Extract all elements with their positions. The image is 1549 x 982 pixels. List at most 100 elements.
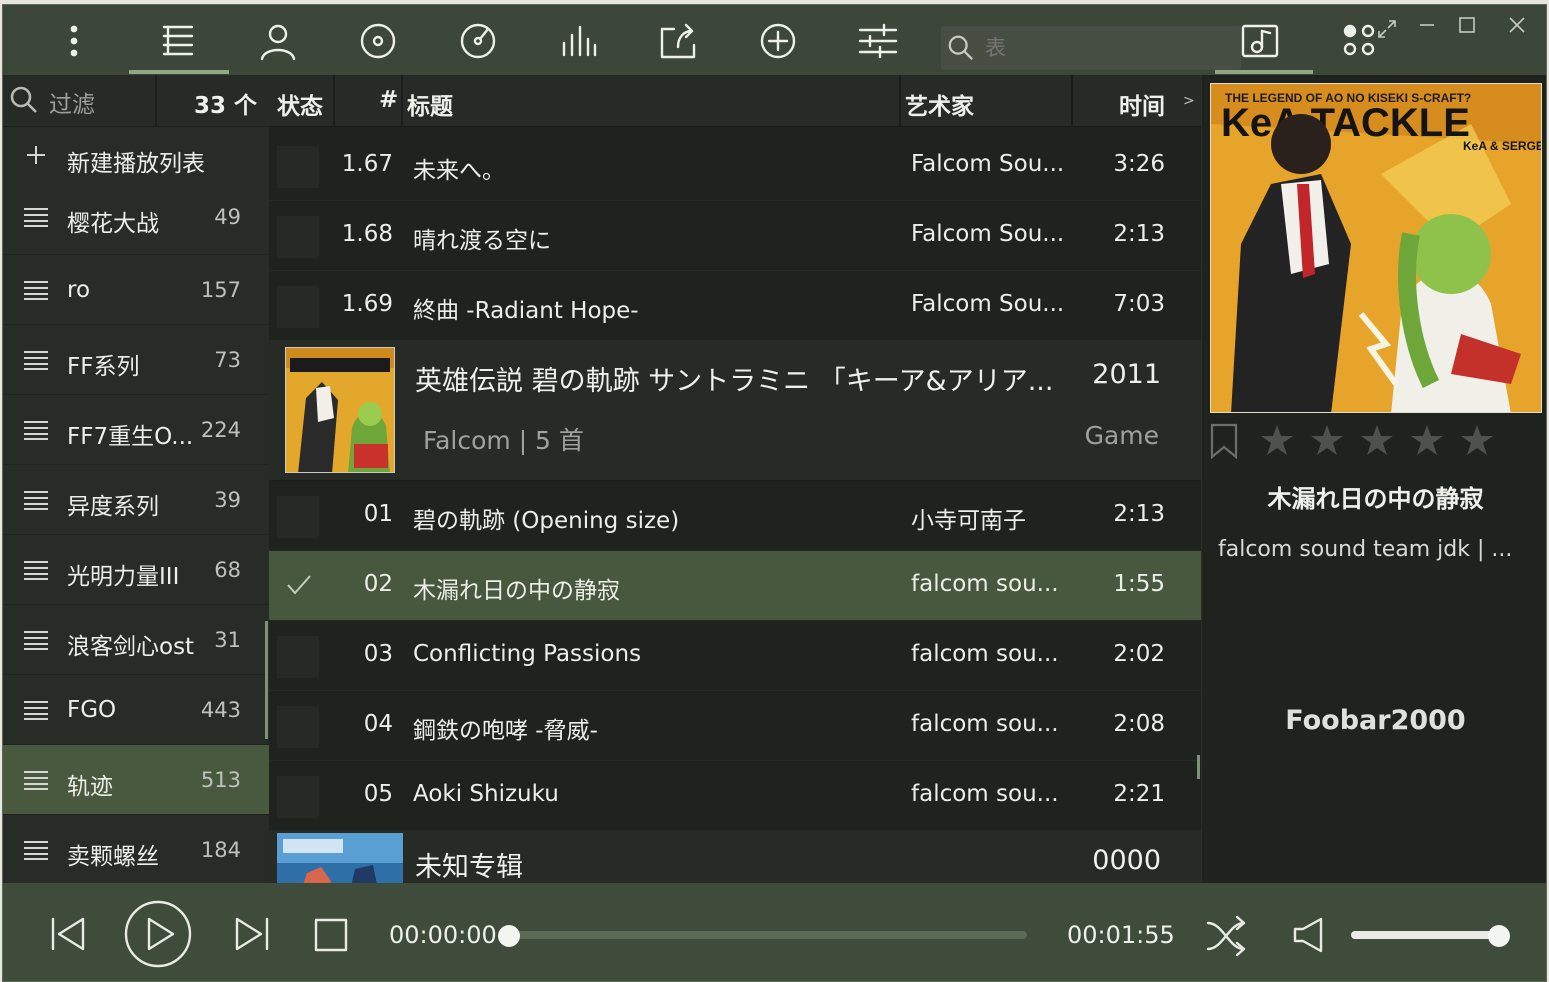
- track-artist: Falcom Sou...: [911, 221, 1065, 247]
- sidebar-item-count: 31: [214, 628, 241, 652]
- bookmark-icon[interactable]: [1210, 423, 1238, 460]
- track-time: 7:03: [1113, 291, 1165, 317]
- playlist-view-icon[interactable]: [151, 19, 205, 63]
- track-list-scrollbar[interactable]: [1197, 755, 1200, 779]
- rating-star-icon[interactable]: [1460, 423, 1494, 457]
- album-group-header[interactable]: 英雄伝説 碧の軌跡 サントラミニ 「キーア&アリア... 2011 Falcom…: [269, 341, 1201, 481]
- settings-sliders-icon[interactable]: [851, 19, 905, 63]
- sidebar-item-count: 49: [214, 205, 241, 229]
- rating-star-icon[interactable]: [1410, 423, 1444, 457]
- playlist-tab-indicator: [129, 70, 229, 74]
- plus-icon: [23, 145, 49, 165]
- rating-star-icon[interactable]: [1260, 423, 1294, 457]
- sidebar-item-sakura-taisen[interactable]: 樱花大战 49: [3, 185, 269, 255]
- column-divider[interactable]: [333, 75, 335, 127]
- column-time[interactable]: 时间: [1119, 87, 1165, 121]
- sidebar-item-ro[interactable]: ro 157: [3, 255, 269, 325]
- column-more-arrow[interactable]: >: [1183, 93, 1195, 109]
- track-row[interactable]: 03 Conflicting Passions falcom sou... 2:…: [269, 621, 1201, 691]
- album-cover-thumbnail[interactable]: [285, 347, 395, 473]
- column-status[interactable]: 状态: [277, 87, 323, 121]
- playlist-icon: [23, 560, 49, 580]
- add-icon[interactable]: [751, 19, 805, 63]
- album-cover-large[interactable]: THE LEGEND OF AO NO KISEKI S-CRAFT? KeA …: [1210, 83, 1542, 413]
- column-divider[interactable]: [401, 75, 403, 127]
- previous-icon[interactable]: [47, 913, 89, 955]
- album-group-header[interactable]: 未知专辑 0000: [269, 831, 1201, 883]
- sidebar-item-shining-force[interactable]: 光明力量III 68: [3, 535, 269, 605]
- track-row[interactable]: 1.69 終曲 -Radiant Hope- Falcom Sou... 7:0…: [269, 271, 1201, 341]
- album-subtitle: Falcom | 5 首: [423, 426, 584, 455]
- lyrics-tab-indicator: [1215, 70, 1313, 74]
- sidebar-item-xeno[interactable]: 异度系列 39: [3, 465, 269, 535]
- album-year: 2011: [1092, 359, 1161, 390]
- track-title: 木漏れ日の中の静寂: [413, 578, 620, 604]
- playlist-filter[interactable]: 过滤 33 个: [3, 75, 269, 127]
- close-icon[interactable]: [1501, 11, 1533, 39]
- volume-slider[interactable]: [1351, 925, 1510, 947]
- sidebar-item-ff[interactable]: FF系列 73: [3, 325, 269, 395]
- sidebar-scrollbar[interactable]: [265, 621, 268, 739]
- column-artist[interactable]: 艺术家: [905, 87, 974, 121]
- sidebar-item-label: 光明力量III: [67, 564, 180, 590]
- track-number: 02: [363, 571, 393, 597]
- sidebar-item-screw[interactable]: 卖颗螺丝 184: [3, 815, 269, 885]
- sidebar-item-kiseki[interactable]: 轨迹 513: [3, 745, 269, 815]
- toolbar: [3, 5, 1546, 75]
- sidebar-item-count: 73: [214, 348, 241, 372]
- track-artist: falcom sou...: [911, 781, 1059, 807]
- volume-icon[interactable]: [1293, 917, 1327, 953]
- track-number: 1.67: [341, 151, 393, 177]
- album-cover-thumbnail[interactable]: [277, 833, 403, 883]
- filter-label[interactable]: 过滤: [49, 85, 95, 119]
- track-row-now-playing[interactable]: 02 木漏れ日の中の静寂 falcom sou... 1:55: [269, 551, 1201, 621]
- column-title[interactable]: 标题: [407, 87, 453, 121]
- now-playing-title: 木漏れ日の中の静寂: [1267, 485, 1484, 513]
- track-row[interactable]: 05 Aoki Shizuku falcom sou... 2:21: [269, 761, 1201, 831]
- volume-knob[interactable]: [1488, 925, 1510, 947]
- fullscreen-icon[interactable]: [1371, 15, 1403, 43]
- sidebar-item-rurouni[interactable]: 浪客剑心ost 31: [3, 605, 269, 675]
- rating-star-icon[interactable]: [1360, 423, 1394, 457]
- sidebar-item-label: ro: [67, 277, 91, 303]
- minimize-icon[interactable]: [1411, 11, 1443, 39]
- filter-search-icon: [10, 86, 37, 113]
- sidebar-item-fgo[interactable]: FGO 443: [3, 675, 269, 745]
- track-artist: falcom sou...: [911, 711, 1059, 737]
- maximize-icon[interactable]: [1451, 11, 1483, 39]
- now-playing-view-icon[interactable]: [451, 19, 505, 63]
- sidebar-item-label: 轨迹: [67, 774, 113, 800]
- playlist-icon: [23, 420, 49, 440]
- artist-view-icon[interactable]: [251, 19, 305, 63]
- column-header-row: 状态 # 标题 艺术家 时间 >: [269, 75, 1201, 127]
- equalizer-icon[interactable]: [551, 19, 605, 63]
- search-box[interactable]: [941, 26, 1241, 70]
- rating-star-icon[interactable]: [1310, 423, 1344, 457]
- more-menu-icon[interactable]: [47, 19, 101, 63]
- track-row[interactable]: 01 碧の軌跡 (Opening size) 小寺可南子 2:13: [269, 481, 1201, 551]
- track-row[interactable]: 1.67 未来へ。 Falcom Sou... 3:26: [269, 131, 1201, 201]
- play-button[interactable]: [123, 899, 193, 969]
- track-time: 2:21: [1113, 781, 1165, 807]
- shuffle-icon[interactable]: [1205, 915, 1247, 957]
- track-number: 1.68: [341, 221, 393, 247]
- track-row[interactable]: 04 鋼鉄の咆哮 -脅威- falcom sou... 2:08: [269, 691, 1201, 761]
- search-input[interactable]: [985, 36, 1205, 60]
- now-playing-artist[interactable]: falcom sound team jdk | ...: [1218, 537, 1538, 562]
- seek-knob[interactable]: [498, 925, 520, 947]
- column-divider[interactable]: [1071, 75, 1073, 127]
- column-number[interactable]: #: [379, 87, 398, 113]
- new-playlist-button[interactable]: 新建播放列表: [3, 131, 269, 185]
- track-title: Aoki Shizuku: [413, 781, 559, 807]
- album-view-icon[interactable]: [351, 19, 405, 63]
- sidebar-item-ff7[interactable]: FF7重生O... 224: [3, 395, 269, 465]
- lyrics-view-icon[interactable]: [1233, 19, 1287, 63]
- stop-icon[interactable]: [313, 917, 349, 953]
- next-icon[interactable]: [231, 913, 273, 955]
- column-divider[interactable]: [899, 75, 901, 127]
- track-row[interactable]: 1.68 晴れ渡る空に Falcom Sou... 2:13: [269, 201, 1201, 271]
- export-icon[interactable]: [651, 19, 705, 63]
- cover-subheadline: KeA & SERGEI: [1463, 139, 1542, 153]
- seek-bar[interactable]: [498, 925, 1027, 947]
- track-artist: Falcom Sou...: [911, 291, 1065, 317]
